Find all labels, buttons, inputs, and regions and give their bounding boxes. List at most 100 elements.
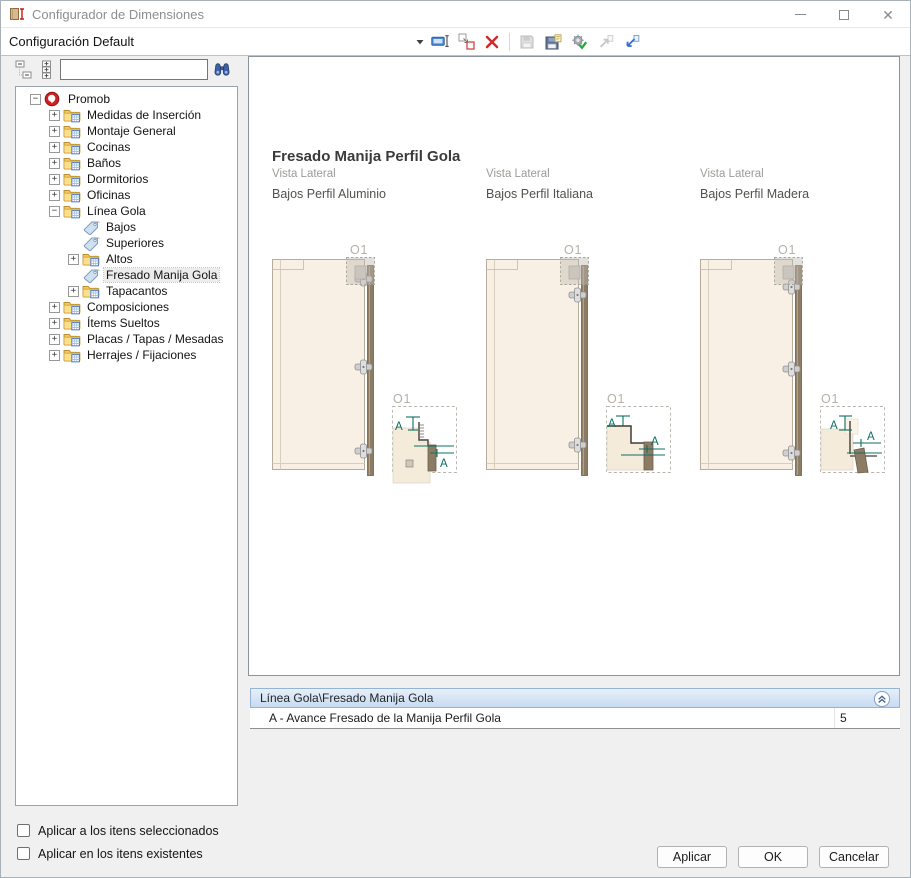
- tree-item-fresado-manija-gola[interactable]: Fresado Manija Gola: [16, 267, 237, 283]
- cabinet-drawing-madera: O1O1AA: [695, 239, 899, 487]
- import-config-icon[interactable]: [621, 32, 641, 52]
- tag-icon: [82, 235, 101, 251]
- tree-item-label: Composiciones: [85, 300, 171, 314]
- tree-item-label: Línea Gola: [85, 204, 148, 218]
- tree-item-tapacantos[interactable]: + Tapacantos: [16, 283, 237, 299]
- folder-icon: [63, 331, 82, 347]
- svg-text:O1: O1: [821, 392, 839, 406]
- apply-config-icon[interactable]: [569, 32, 589, 52]
- config-toolbar: Configuración Default: [1, 28, 910, 56]
- tree-item-tems-sueltos[interactable]: + Ítems Sueltos: [16, 315, 237, 331]
- tree-item-oficinas[interactable]: +Oficinas: [16, 187, 237, 203]
- tree-item-herrajes-fijaciones[interactable]: +Herrajes / Fijaciones: [16, 347, 237, 363]
- tree-expander-plus[interactable]: +: [49, 302, 60, 313]
- window-icon: [9, 6, 25, 22]
- tree-expander-plus[interactable]: +: [49, 190, 60, 201]
- tree-item-label: Dormitorios: [85, 172, 150, 186]
- apply-options: Aplicar a los itens seleccionadosAplicar…: [17, 819, 219, 865]
- folder-icon: [63, 203, 82, 219]
- close-icon: ✕: [882, 8, 894, 22]
- svg-text:O1: O1: [393, 392, 411, 406]
- cancel-button[interactable]: Cancelar: [819, 846, 889, 868]
- footer-buttons: Aplicar OK Cancelar: [657, 846, 889, 868]
- checkbox[interactable]: [17, 824, 30, 837]
- tree-expander-plus[interactable]: +: [68, 286, 79, 297]
- tree-item-label: Cocinas: [85, 140, 132, 154]
- tree-expander-plus[interactable]: +: [49, 174, 60, 185]
- save-config-icon[interactable]: [517, 32, 537, 52]
- folder-icon: [82, 251, 101, 267]
- preview-panel: Fresado Manija Perfil Gola Vista Lateral B…: [248, 56, 900, 676]
- tree-expander-plus[interactable]: +: [49, 350, 60, 361]
- tree-expander-plus[interactable]: +: [49, 126, 60, 137]
- tree-item-placas-tapas-mesadas[interactable]: + Placas / Tapas / Mesadas: [16, 331, 237, 347]
- tree-expander-minus[interactable]: −: [49, 206, 60, 217]
- close-button[interactable]: ✕: [866, 1, 910, 28]
- view-subtitle: Bajos Perfil Aluminio: [272, 187, 386, 201]
- expand-all-icon[interactable]: [37, 60, 55, 80]
- search-input[interactable]: [60, 59, 208, 80]
- delete-config-icon[interactable]: [482, 32, 502, 52]
- tree-search-bar: [14, 59, 231, 80]
- window-title: Configurador de Dimensiones: [32, 7, 204, 22]
- tree-item-medidas-de-inserci-n[interactable]: +Medidas de Inserción: [16, 107, 237, 123]
- tree-expander-plus[interactable]: +: [49, 334, 60, 345]
- folder-icon: [63, 123, 82, 139]
- tree-item-label: Placas / Tapas / Mesadas: [85, 332, 226, 346]
- tree-item-label: Baños: [85, 156, 123, 170]
- search-binoculars-icon[interactable]: [213, 60, 231, 80]
- tree-item-bajos[interactable]: Bajos: [16, 219, 237, 235]
- tree-item-cocinas[interactable]: + Cocinas: [16, 139, 237, 155]
- option-row: Aplicar a los itens seleccionados: [17, 819, 219, 842]
- cabinet-drawing-aluminio: O1O1AA: [267, 239, 471, 487]
- export-config-icon[interactable]: [595, 32, 615, 52]
- tree-item-superiores[interactable]: Superiores: [16, 235, 237, 251]
- collapse-group-icon[interactable]: [873, 690, 891, 708]
- maximize-button[interactable]: [822, 1, 866, 28]
- property-value-field[interactable]: 5: [834, 708, 900, 728]
- tree-item-label: Altos: [104, 252, 135, 266]
- tree-expander-plus[interactable]: +: [49, 110, 60, 121]
- promob-logo-icon: [44, 91, 63, 107]
- tree-expander-plus[interactable]: +: [49, 158, 60, 169]
- checkbox[interactable]: [17, 847, 30, 860]
- tree-item-promob[interactable]: −Promob: [16, 91, 237, 107]
- configuration-tree: −Promob+Medidas de Inserción+Montaje Gen…: [15, 86, 238, 806]
- tree-expander-plus[interactable]: +: [49, 318, 60, 329]
- apply-button[interactable]: Aplicar: [657, 846, 727, 868]
- duplicate-config-icon[interactable]: [456, 32, 476, 52]
- tree-expander-plus[interactable]: +: [68, 254, 79, 265]
- tree-item-altos[interactable]: + Altos: [16, 251, 237, 267]
- preview-title: Fresado Manija Perfil Gola: [272, 148, 460, 165]
- folder-icon: [63, 155, 82, 171]
- tree-item-composiciones[interactable]: + Composiciones: [16, 299, 237, 315]
- tree-item-label: Ítems Sueltos: [85, 316, 162, 330]
- tree-expander-plus[interactable]: +: [49, 142, 60, 153]
- minimize-button[interactable]: [778, 1, 822, 28]
- tree-item-label: Montaje General: [85, 124, 178, 138]
- tree-item-label: Superiores: [104, 236, 166, 250]
- rename-config-icon[interactable]: [430, 32, 450, 52]
- tree-item-l-nea-gola[interactable]: − Línea Gola: [16, 203, 237, 219]
- property-group-header[interactable]: Línea Gola\Fresado Manija Gola: [250, 688, 900, 708]
- tree-expander-minus[interactable]: −: [30, 94, 41, 105]
- cabinet-drawing-italiana: O1O1AA: [481, 239, 685, 487]
- svg-text:O1: O1: [778, 243, 796, 257]
- dropdown-arrow-icon[interactable]: [414, 32, 426, 52]
- tree-item-montaje-general[interactable]: + Montaje General: [16, 123, 237, 139]
- toolbar-separator: [509, 33, 510, 51]
- svg-text:A: A: [440, 458, 448, 470]
- folder-icon: [63, 107, 82, 123]
- property-label: A - Avance Fresado de la Manija Perfil G…: [250, 711, 834, 725]
- tree-item-dormitorios[interactable]: + Dormitorios: [16, 171, 237, 187]
- folder-icon: [82, 283, 101, 299]
- ok-button[interactable]: OK: [738, 846, 808, 868]
- tree-item-ba-os[interactable]: + Baños: [16, 155, 237, 171]
- collapse-all-icon[interactable]: [14, 60, 32, 80]
- tree-item-label: Fresado Manija Gola: [104, 268, 219, 282]
- dimension-configurator-window: Configurador de Dimensiones ✕ Configurac…: [0, 0, 911, 878]
- save-config-as-icon[interactable]: [543, 32, 563, 52]
- view-type-label: Vista Lateral: [700, 168, 764, 180]
- tree-item-label: Tapacantos: [104, 284, 169, 298]
- config-selector[interactable]: Configuración Default: [1, 34, 413, 49]
